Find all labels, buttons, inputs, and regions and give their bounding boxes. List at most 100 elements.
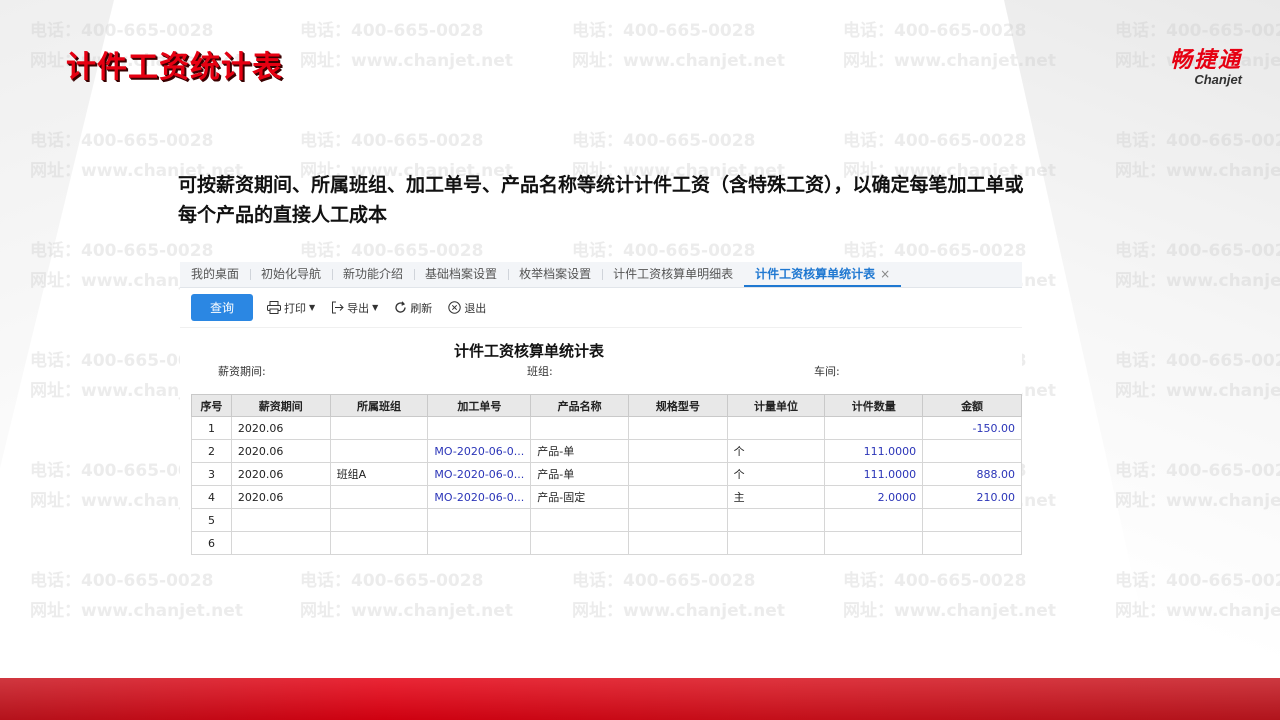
table-cell: 2 — [191, 439, 232, 463]
table-cell — [628, 508, 728, 532]
table-cell: 个 — [726, 462, 826, 486]
table-cell — [329, 485, 429, 509]
watermark-phone: 电话：400-665-0028 — [300, 21, 484, 41]
filter-period-label: 薪资期间: — [218, 365, 266, 378]
table-cell — [628, 485, 728, 509]
table-cell — [922, 439, 1022, 463]
slide-description: 可按薪资期间、所属班组、加工单号、产品名称等统计计件工资（含特殊工资），以确定每… — [178, 174, 1024, 226]
table-cell: 产品-单 — [530, 462, 630, 486]
table-cell: 产品-单 — [530, 439, 630, 463]
printer-icon — [267, 301, 281, 314]
tab-label: 计件工资核算单统计表 — [755, 267, 876, 281]
query-button[interactable]: 查询 — [191, 294, 253, 321]
table-cell: MO-2020-06-0... — [427, 485, 532, 509]
table-cell — [628, 462, 728, 486]
table-row[interactable]: 2 2020.06 MO-2020-06-0... 产品-单 个 111.0000 — [191, 439, 1022, 463]
watermark-site: 网址：www.chanjet.net — [843, 601, 1056, 621]
refresh-label: 刷新 — [410, 301, 433, 315]
print-button[interactable]: 打印 ▼ — [267, 300, 315, 316]
tab-init-navigation[interactable]: 初始化导航 — [250, 261, 332, 287]
table-cell — [530, 508, 630, 532]
column-header[interactable]: 金额 — [922, 394, 1022, 417]
table-row[interactable]: 5 — [191, 508, 1022, 532]
table-row[interactable]: 6 — [191, 531, 1022, 555]
table-cell — [824, 508, 924, 532]
watermark-phone: 电话：400-665-0028 — [30, 571, 214, 591]
slide-title: 计件工资统计表 — [66, 50, 283, 85]
table-cell — [726, 508, 826, 532]
table-cell — [427, 531, 532, 555]
filter-workshop-label: 车间: — [814, 365, 840, 378]
column-header[interactable]: 规格型号 — [628, 394, 728, 417]
watermark-site: 网址：www.chanjet.net — [300, 601, 513, 621]
watermark-site: 网址：www.chanjet.net — [572, 601, 785, 621]
close-circle-icon — [448, 301, 462, 314]
watermark-phone: 电话：400-665-0028 — [572, 131, 756, 151]
column-header[interactable]: 序号 — [191, 394, 232, 417]
watermark-phone: 电话：400-665-0028 — [572, 21, 756, 41]
table-cell: MO-2020-06-0... — [427, 439, 532, 463]
table-cell — [824, 416, 924, 440]
table-cell: 班组A — [329, 462, 429, 486]
column-header[interactable]: 薪资期间 — [230, 394, 331, 417]
exit-button[interactable]: 退出 — [448, 300, 486, 316]
tab-piecework-summary[interactable]: 计件工资核算单统计表 × — [744, 261, 902, 287]
column-header[interactable]: 计量单位 — [726, 394, 826, 417]
logo-english-name: Chanjet — [1194, 72, 1242, 87]
table-cell: 4 — [191, 485, 232, 509]
chevron-down-icon: ▼ — [309, 303, 316, 312]
column-header[interactable]: 所属班组 — [329, 394, 429, 417]
export-button[interactable]: 导出 ▼ — [331, 300, 378, 316]
tab-enum-archive[interactable]: 枚举档案设置 — [508, 261, 602, 287]
watermark-phone: 电话：400-665-0028 — [843, 131, 1027, 151]
refresh-button[interactable]: 刷新 — [394, 300, 432, 316]
table-cell: -150.00 — [922, 416, 1022, 440]
toolbar: 查询 打印 ▼ 导出 ▼ 刷新 退出 — [180, 288, 1022, 328]
table-cell — [922, 531, 1022, 555]
table-cell: MO-2020-06-0... — [427, 462, 532, 486]
table-cell: 1 — [191, 416, 232, 440]
table-cell — [530, 531, 630, 555]
table-cell: 2020.06 — [230, 416, 331, 440]
tab-label: 新功能介绍 — [343, 267, 404, 281]
table-cell — [230, 531, 331, 555]
table-row[interactable]: 1 2020.06 -150.00 — [191, 416, 1022, 440]
chanjet-logo: 畅捷通 Chanjet — [1170, 42, 1242, 87]
table-cell: 111.0000 — [824, 462, 924, 486]
filter-row: 薪资期间: 班组: 车间: — [180, 361, 1022, 379]
tab-my-desktop[interactable]: 我的桌面 — [180, 261, 250, 287]
close-icon[interactable]: × — [880, 267, 890, 281]
watermark-text: 电话：400-665-0028 网址：www.chanjet.net — [843, 566, 1056, 626]
table-cell — [628, 531, 728, 555]
column-header[interactable]: 产品名称 — [530, 394, 630, 417]
table-cell — [329, 508, 429, 532]
tab-label: 我的桌面 — [191, 267, 240, 281]
tab-new-features[interactable]: 新功能介绍 — [332, 261, 414, 287]
table-cell: 2020.06 — [230, 485, 331, 509]
table-cell: 6 — [191, 531, 232, 555]
watermark-text: 电话：400-665-0028 网址：www.chanjet.net — [300, 16, 513, 76]
tab-basic-archive[interactable]: 基础档案设置 — [414, 261, 508, 287]
tab-label: 基础档案设置 — [425, 267, 498, 281]
logo-chinese-name: 畅捷通 — [1169, 47, 1242, 73]
footer-band — [0, 678, 1280, 720]
watermark-text: 电话：400-665-0028 网址：www.chanjet.net — [300, 566, 513, 626]
table-row[interactable]: 4 2020.06 MO-2020-06-0... 产品-固定 主 2.0000 210.0… — [191, 485, 1022, 509]
table-cell: 3 — [191, 462, 232, 486]
column-header[interactable]: 计件数量 — [824, 394, 924, 417]
tab-label: 枚举档案设置 — [519, 267, 592, 281]
tab-label: 计件工资核算单明细表 — [613, 267, 734, 281]
tab-bar: 我的桌面 初始化导航 新功能介绍 基础档案设置 枚举档案设置 计件工资核算单明细… — [180, 262, 1022, 288]
table-cell — [329, 439, 429, 463]
watermark-phone: 电话：400-665-0028 — [300, 571, 484, 591]
table-cell: 主 — [726, 485, 826, 509]
table-cell: 210.00 — [922, 485, 1022, 509]
table-cell: 产品-固定 — [530, 485, 630, 509]
report-table: 序号 薪资期间 所属班组 加工单号 产品名称 规格型号 计量单位 计件数量 金额 1 2020.0… — [191, 394, 1022, 555]
exit-label: 退出 — [464, 301, 487, 315]
print-label: 打印 — [284, 301, 306, 315]
table-row[interactable]: 3 2020.06 班组A MO-2020-06-0... 产品-单 个 111.0000 8… — [191, 462, 1022, 486]
column-header[interactable]: 加工单号 — [427, 394, 532, 417]
tab-piecework-detail[interactable]: 计件工资核算单明细表 — [602, 261, 744, 287]
table-cell: 2020.06 — [230, 462, 331, 486]
